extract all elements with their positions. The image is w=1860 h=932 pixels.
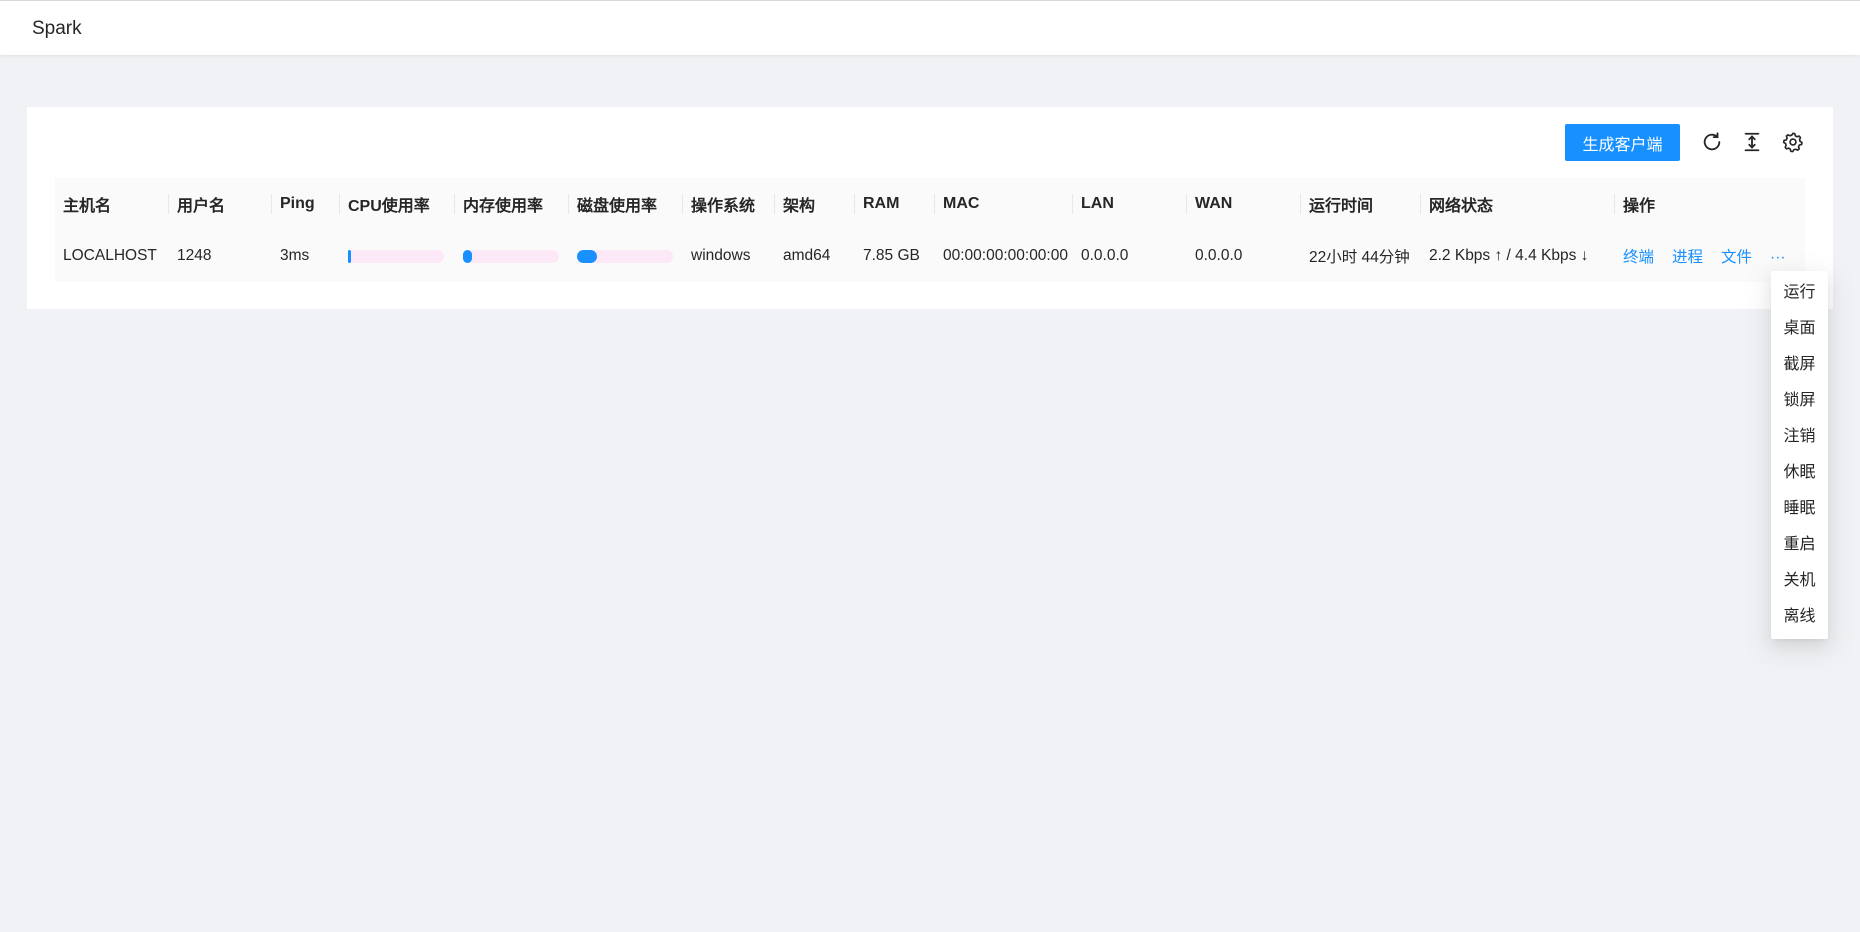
column-header-cpu[interactable]: CPU使用率 (340, 178, 455, 230)
column-header-arch[interactable]: 架构 (775, 178, 855, 230)
cell-ping: 3ms (272, 230, 340, 282)
app-title: Spark (32, 18, 82, 39)
menu-item-run[interactable]: 运行 (1771, 275, 1828, 311)
menu-item-restart[interactable]: 重启 (1771, 527, 1828, 563)
generate-client-button[interactable]: 生成客户端 (1565, 124, 1680, 161)
table-row: LOCALHOST 1248 3ms windows amd64 7.85 GB… (55, 230, 1805, 282)
menu-item-hibernate[interactable]: 休眠 (1771, 455, 1828, 491)
cpu-usage-fill (348, 249, 351, 263)
cell-hostname: LOCALHOST (55, 230, 169, 282)
more-actions-dropdown: 运行 桌面 截屏 锁屏 注销 休眠 睡眠 重启 关机 离线 (1771, 271, 1828, 639)
column-header-memory[interactable]: 内存使用率 (455, 178, 569, 230)
cell-uptime: 22小时 44分钟 (1301, 230, 1421, 282)
menu-item-lock[interactable]: 锁屏 (1771, 383, 1828, 419)
cell-memory (455, 230, 569, 282)
cell-disk (569, 230, 683, 282)
table-header-row: 主机名 用户名 Ping CPU使用率 内存使用率 磁盘使用率 操作系统 架构 … (55, 178, 1805, 230)
cell-os: windows (683, 230, 775, 282)
terminal-link[interactable]: 终端 (1623, 249, 1654, 266)
column-height-icon[interactable] (1741, 131, 1763, 153)
disk-usage-fill (577, 249, 597, 263)
cpu-usage-bar (348, 249, 444, 263)
column-header-actions: 操作 (1615, 178, 1805, 230)
cell-cpu (340, 230, 455, 282)
cell-lan: 0.0.0.0 (1073, 230, 1187, 282)
cell-network: 2.2 Kbps ↑ / 4.4 Kbps ↓ (1421, 230, 1615, 282)
column-header-uptime[interactable]: 运行时间 (1301, 178, 1421, 230)
client-table: 主机名 用户名 Ping CPU使用率 内存使用率 磁盘使用率 操作系统 架构 … (55, 178, 1805, 282)
menu-item-offline[interactable]: 离线 (1771, 599, 1828, 635)
menu-item-desktop[interactable]: 桌面 (1771, 311, 1828, 347)
process-link[interactable]: 进程 (1672, 249, 1703, 266)
column-header-ping[interactable]: Ping (272, 178, 340, 230)
cell-ram: 7.85 GB (855, 230, 935, 282)
column-header-username[interactable]: 用户名 (169, 178, 272, 230)
memory-usage-fill (463, 249, 472, 263)
more-actions-icon[interactable]: ··· (1770, 249, 1786, 266)
setting-icon[interactable] (1782, 131, 1804, 153)
menu-item-screenshot[interactable]: 截屏 (1771, 347, 1828, 383)
column-header-os[interactable]: 操作系统 (683, 178, 775, 230)
column-header-mac[interactable]: MAC (935, 178, 1073, 230)
memory-usage-bar (463, 249, 559, 263)
menu-item-sleep[interactable]: 睡眠 (1771, 491, 1828, 527)
cell-mac: 00:00:00:00:00:00 (935, 230, 1073, 282)
cell-arch: amd64 (775, 230, 855, 282)
column-header-ram[interactable]: RAM (855, 178, 935, 230)
column-header-network[interactable]: 网络状态 (1421, 178, 1615, 230)
column-header-wan[interactable]: WAN (1187, 178, 1301, 230)
files-link[interactable]: 文件 (1721, 249, 1752, 266)
disk-usage-bar (577, 249, 673, 263)
column-header-lan[interactable]: LAN (1073, 178, 1187, 230)
cell-wan: 0.0.0.0 (1187, 230, 1301, 282)
menu-item-shutdown[interactable]: 关机 (1771, 563, 1828, 599)
column-header-disk[interactable]: 磁盘使用率 (569, 178, 683, 230)
refresh-icon[interactable] (1701, 131, 1723, 153)
top-header: Spark (0, 0, 1860, 55)
cell-username: 1248 (169, 230, 272, 282)
menu-item-logoff[interactable]: 注销 (1771, 419, 1828, 455)
column-header-hostname[interactable]: 主机名 (55, 178, 169, 230)
